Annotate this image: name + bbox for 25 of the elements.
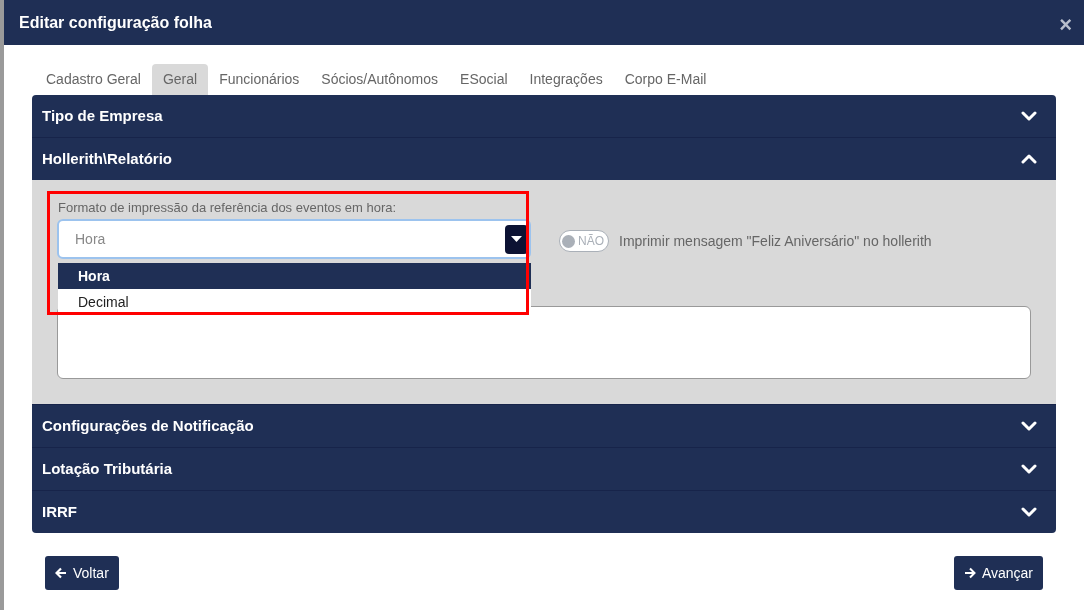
arrow-left-icon	[55, 567, 67, 579]
tab[interactable]: Cadastro Geral	[35, 64, 152, 95]
tab[interactable]: ESocial	[449, 64, 519, 95]
close-button[interactable]: ×	[1059, 13, 1072, 36]
section-header[interactable]: Tipo de Empresa	[32, 95, 1056, 137]
back-button[interactable]: Voltar	[45, 556, 119, 590]
text-area[interactable]	[57, 306, 1031, 379]
tab[interactable]: Integrações	[518, 64, 614, 95]
next-button[interactable]: Avançar	[953, 556, 1043, 590]
dropdown-button[interactable]	[505, 224, 528, 254]
arrow-right-icon	[963, 567, 976, 579]
tab[interactable]: Sócios/Autônomos	[310, 64, 450, 95]
tab[interactable]: Funcionários	[208, 64, 311, 95]
field-label: Formato de impressão da referência dos eventos em hora:	[57, 199, 398, 217]
caret-down-icon	[511, 236, 522, 242]
section-header[interactable]: IRRF	[32, 491, 1056, 533]
section-header[interactable]: Hollerith\Relatório	[32, 138, 1056, 180]
dialog-title: Editar configuração folha	[19, 12, 212, 33]
toggle-label: Imprimir mensagem "Feliz Aniversário" no hollerith	[619, 231, 932, 251]
section-header[interactable]: Configurações de Notificação	[32, 405, 1056, 447]
tab[interactable]: Corpo E-Mail	[613, 64, 718, 95]
dropdown-option[interactable]: Hora	[58, 263, 531, 289]
select-field[interactable]: Hora	[57, 219, 531, 259]
section-header[interactable]: Lotação Tributária	[32, 448, 1056, 490]
tab[interactable]: Geral	[151, 64, 209, 95]
